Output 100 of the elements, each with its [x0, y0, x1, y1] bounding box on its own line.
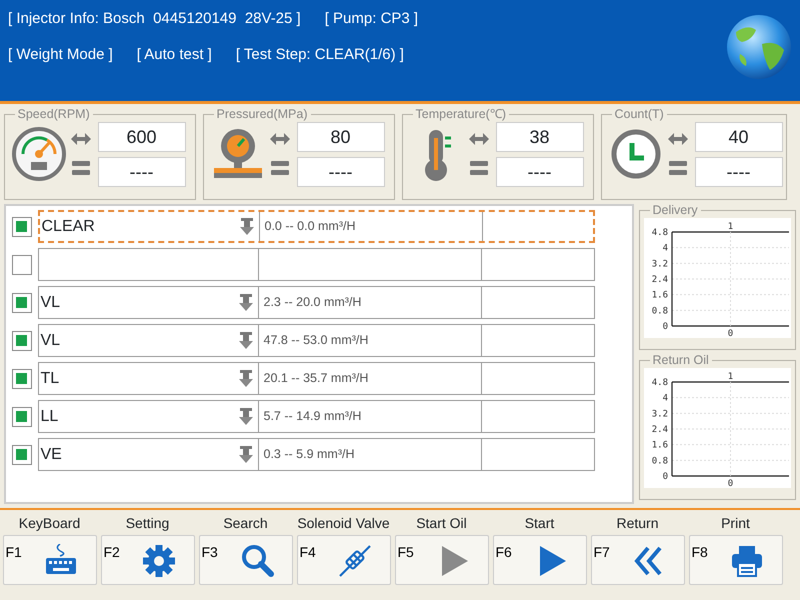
step-row[interactable]: CLEAR 0.0 -- 0.0 mm³/H — [38, 210, 594, 243]
key-label: F4 — [300, 543, 316, 562]
gauge-title: Speed(RPM) — [16, 108, 91, 122]
equals-icon — [270, 160, 288, 176]
header-text: [ Pump: CP3 ] — [324, 9, 418, 29]
y-tick-label: 0.8 — [651, 456, 668, 466]
double-arrow-icon — [468, 132, 488, 146]
globe-icon — [726, 14, 792, 80]
step-label: VL — [40, 292, 60, 312]
x-tick-label: 0 — [727, 328, 733, 338]
step-label: VE — [40, 444, 62, 464]
y-tick-label: 1.6 — [651, 440, 668, 450]
settings-icon — [142, 544, 176, 578]
search-icon — [240, 544, 274, 578]
y-tick-label: 0 — [662, 322, 668, 332]
range-text: 20.1 -- 35.7 mm³/H — [264, 370, 368, 388]
step-label: LL — [40, 406, 58, 426]
equals-icon — [470, 160, 488, 176]
double-arrow-icon — [668, 132, 688, 146]
top-axis-label: 1 — [727, 222, 733, 232]
set-value-field[interactable]: 40 — [694, 122, 782, 152]
equals-icon — [72, 160, 90, 176]
set-value-field[interactable]: 80 — [296, 122, 384, 152]
actual-value-field: ---- — [98, 156, 186, 187]
chart-title: Return Oil — [652, 354, 710, 368]
button-label: Start Oil — [416, 514, 467, 533]
toolbar-button[interactable]: F4 — [296, 535, 390, 585]
checkbox[interactable] — [12, 292, 32, 312]
button-label: Print — [721, 514, 750, 533]
range-text: 47.8 -- 53.0 mm³/H — [264, 332, 368, 350]
step-row[interactable]: LL 5.7 -- 14.9 mm³/H — [38, 400, 594, 433]
double-arrow-icon — [70, 132, 90, 146]
injector-icon — [238, 370, 254, 388]
button-label: KeyBoard — [18, 514, 80, 533]
y-tick-label: 4 — [662, 393, 668, 404]
y-tick-label: 1.6 — [651, 290, 668, 300]
set-value-field[interactable]: 600 — [98, 122, 186, 152]
checkbox[interactable] — [12, 444, 32, 464]
header-text: [ Weight Mode ] — [8, 44, 113, 64]
step-row[interactable]: TL 20.1 -- 35.7 mm³/H — [38, 362, 594, 395]
set-value-field[interactable]: 38 — [496, 122, 584, 152]
toolbar-button[interactable]: F7 — [590, 535, 684, 585]
checkbox[interactable] — [12, 368, 32, 388]
step-row[interactable]: VE 0.3 -- 5.9 mm³/H — [38, 438, 594, 471]
step-row[interactable] — [38, 248, 594, 281]
y-tick-label: 4.8 — [651, 378, 668, 388]
y-tick-label: 4 — [662, 243, 668, 254]
chart-title: Delivery — [652, 204, 699, 218]
injector-icon — [238, 332, 254, 350]
range-text: 0.0 -- 0.0 mm³/H — [264, 218, 356, 236]
y-tick-label: 2.4 — [651, 274, 668, 285]
button-label: Search — [223, 514, 268, 533]
key-label: F5 — [398, 543, 414, 562]
checkbox[interactable] — [12, 254, 32, 274]
range-text: 2.3 -- 20.0 mm³/H — [264, 294, 362, 312]
equals-icon — [668, 160, 686, 176]
checkbox[interactable] — [12, 330, 32, 350]
speedometer-icon — [10, 126, 66, 182]
range-text: 5.7 -- 14.9 mm³/H — [264, 408, 362, 426]
double-arrow-icon — [270, 132, 290, 146]
toolbar-button[interactable]: F1 — [2, 535, 96, 585]
actual-value-field: ---- — [694, 156, 782, 187]
toolbar-button[interactable]: F2 — [100, 535, 194, 585]
key-label: F3 — [202, 543, 218, 562]
solenoid-valve-icon — [338, 544, 372, 578]
step-label: TL — [40, 368, 60, 388]
y-tick-label: 0.8 — [651, 306, 668, 316]
gauge-title: Count(T) — [614, 108, 665, 122]
header-text: [ Test Step: CLEAR(1/6) ] — [236, 44, 404, 64]
printer-icon — [730, 544, 764, 578]
key-label: F6 — [496, 543, 512, 562]
y-tick-label: 3.2 — [651, 259, 668, 270]
x-tick-label: 0 — [727, 478, 733, 488]
actual-value-field: ---- — [296, 156, 384, 187]
gauge-title: Temperature(℃) — [414, 108, 507, 122]
header-text: [ Auto test ] — [136, 44, 212, 64]
checkbox[interactable] — [12, 216, 32, 236]
button-label: Start — [524, 514, 554, 533]
step-label: VL — [40, 330, 60, 350]
top-axis-label: 1 — [727, 372, 733, 382]
toolbar-button[interactable]: F6 — [492, 535, 586, 585]
toolbar-button[interactable]: F3 — [198, 535, 292, 585]
checkbox[interactable] — [12, 406, 32, 426]
y-tick-label: 3.2 — [651, 409, 668, 420]
key-label: F8 — [692, 543, 708, 562]
key-label: F2 — [104, 543, 120, 562]
step-row[interactable]: VL 47.8 -- 53.0 mm³/H — [38, 324, 594, 357]
injector-icon — [238, 408, 254, 426]
step-row[interactable]: VL 2.3 -- 20.0 mm³/H — [38, 286, 594, 319]
header-text: [ Injector Info: Bosch 0445120149 28V-25 ] — [8, 9, 301, 29]
actual-value-field: ---- — [496, 156, 584, 187]
button-label: Solenoid Valve — [297, 514, 390, 533]
button-label: Setting — [126, 514, 170, 533]
toolbar-button[interactable]: F8 — [688, 535, 782, 585]
injector-icon — [238, 294, 254, 312]
gauge-title: Pressured(MPa) — [216, 108, 308, 122]
key-label: F7 — [594, 543, 610, 562]
injector-icon — [238, 218, 254, 236]
y-tick-label: 2.4 — [651, 424, 668, 435]
y-tick-label: 4.8 — [651, 228, 668, 238]
